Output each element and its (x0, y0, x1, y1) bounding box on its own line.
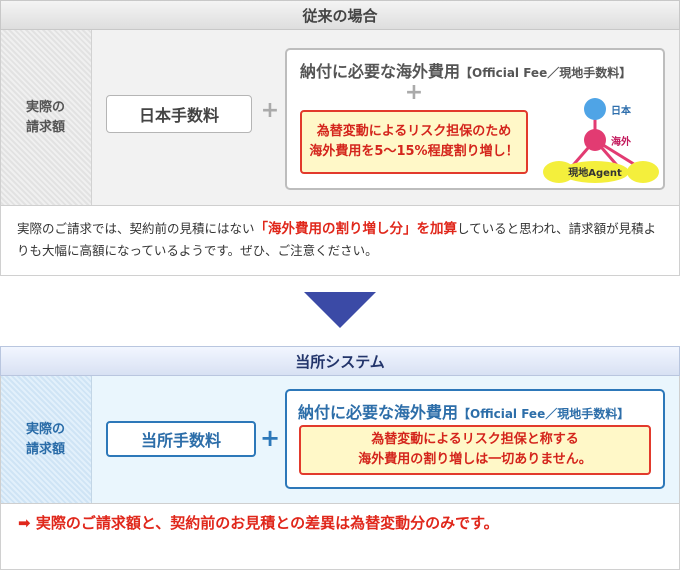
conclusion-text: ➡ 実際のご請求額と、契約前のお見積との差異は為替変動分のみです。 (18, 512, 499, 533)
old-warning-box: 為替変動によるリスク担保のため 海外費用を5〜15%程度割り増し！ (300, 110, 528, 174)
conclusion-arrow-icon: ➡ (18, 514, 31, 532)
old-overseas-title-sub: 【Official Fee／現地手数料】 (460, 66, 632, 80)
new-overseas-title: 納付に必要な海外費用【Official Fee／現地手数料】 (298, 399, 629, 423)
conclusion-message: 実際のご請求額と、契約前のお見積との差異は為替変動分のみです。 (35, 514, 499, 532)
new-overseas-title-sub: 【Official Fee／現地手数料】 (458, 407, 630, 421)
old-description-part1: 実際のご請求では、契約前の見積にはない (17, 221, 255, 236)
new-note-line1: 為替変動によるリスク担保と称する (371, 432, 579, 447)
old-row-label: 実際の 請求額 (0, 30, 92, 206)
office-fee-box: 当所手数料 (106, 421, 256, 457)
old-description: 実際のご請求では、契約前の見積にはない「海外費用の割り増し分」を加算していると思… (0, 206, 680, 276)
new-section-title: 当所システム (0, 346, 680, 376)
new-row-label: 実際の 請求額 (0, 376, 92, 504)
new-plus-icon: + (259, 424, 281, 452)
old-overseas-title: 納付に必要な海外費用【Official Fee／現地手数料】 (300, 58, 631, 82)
old-plus-icon: + (260, 98, 280, 123)
local-agent-label: 現地Agent (568, 166, 622, 179)
old-overseas-title-main: 納付に必要な海外費用 (300, 62, 461, 81)
overseas-node-label: 海外 (611, 135, 631, 148)
overseas-node-icon (584, 129, 606, 151)
japan-fee-box: 日本手数料 (106, 95, 252, 133)
japan-node-label: 日本 (611, 104, 632, 117)
agent-network-diagram: 日本 海外 現地Agent (543, 98, 659, 183)
down-arrow-shape (304, 292, 376, 328)
old-inner-plus-icon: + (404, 80, 424, 105)
japan-node-icon (584, 98, 606, 120)
new-overseas-title-main: 納付に必要な海外費用 (298, 403, 459, 422)
down-arrow-icon (304, 292, 376, 328)
old-section-title: 従来の場合 (0, 0, 680, 30)
old-description-highlight: 「海外費用の割り増し分」を加算 (254, 221, 458, 237)
old-warning-line2: 海外費用を5〜15%程度割り増し！ (309, 144, 519, 159)
agent-node-right-icon (627, 161, 659, 183)
new-note-box: 為替変動によるリスク担保と称する 海外費用の割り増しは一切ありません。 (299, 425, 651, 475)
new-note-line2: 海外費用の割り増しは一切ありません。 (358, 452, 592, 467)
old-warning-line1: 為替変動によるリスク担保のため (316, 124, 512, 139)
